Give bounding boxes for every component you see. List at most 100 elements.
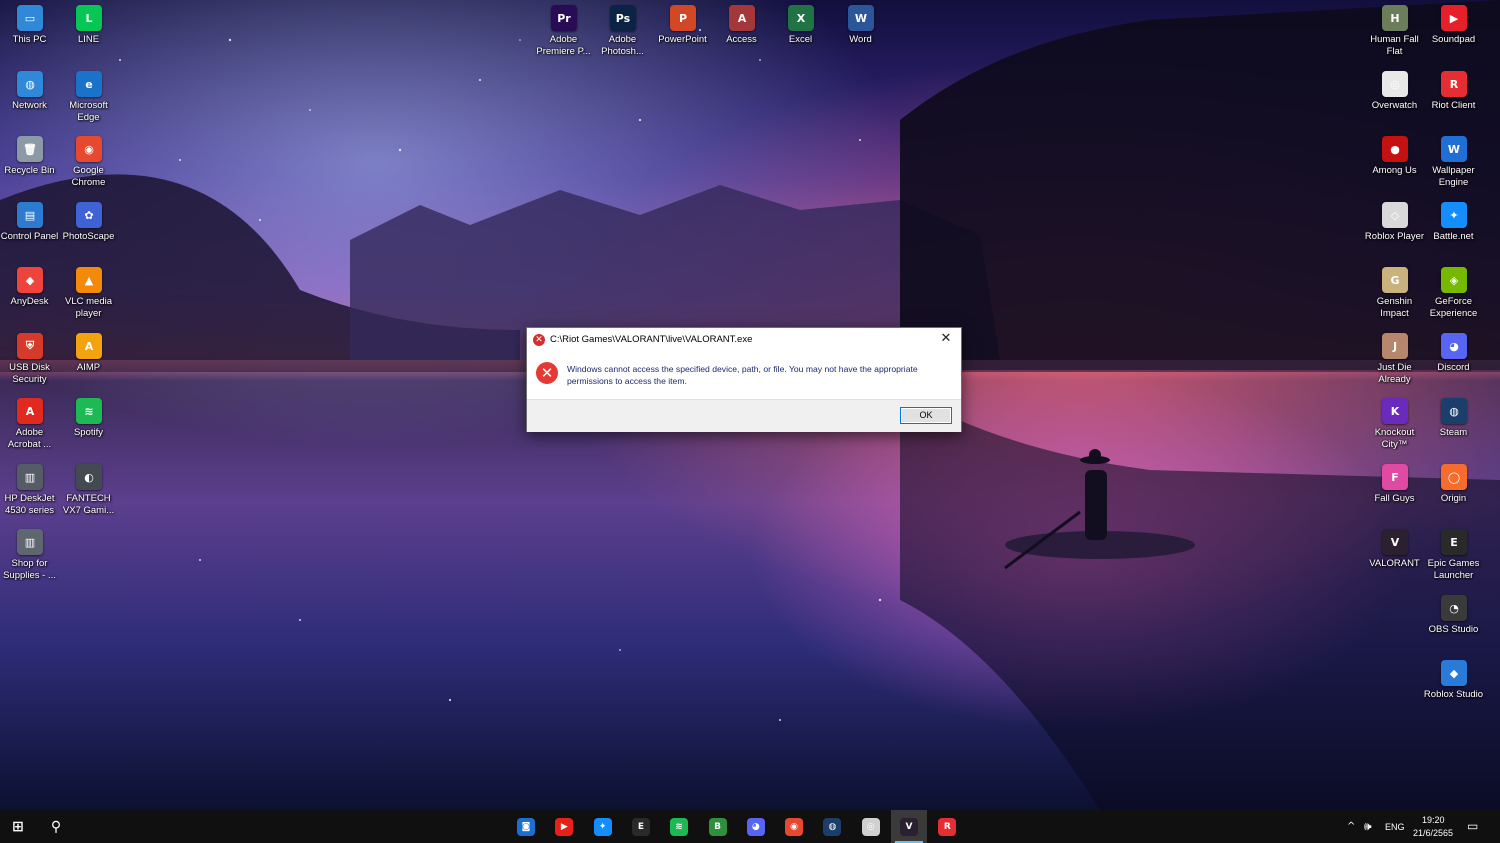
excel-icon: X — [788, 5, 814, 31]
error-small-icon: ✕ — [533, 334, 545, 346]
desktop-icon-label: Just Die Already — [1377, 362, 1412, 385]
taskbar-app-button[interactable]: ▶ — [546, 810, 582, 843]
desktop-icon-label: FANTECH VX7 Gami... — [62, 493, 115, 516]
taskbar-app-button[interactable]: V — [891, 810, 927, 843]
desktop-icon[interactable]: ✿ PhotoScape — [59, 199, 119, 263]
desktop-icon[interactable]: ◍ Network — [0, 68, 60, 132]
clock-date[interactable]: 21/6/2565 — [1413, 828, 1453, 838]
desktop-icon-label: Soundpad — [1431, 34, 1476, 45]
desktop-icon[interactable]: H Human Fall Flat — [1365, 2, 1425, 66]
desktop-icon[interactable]: G Genshin Impact — [1365, 264, 1425, 328]
desktop-icon[interactable]: ◐ FANTECH VX7 Gami... — [59, 461, 119, 525]
desktop-icon[interactable]: X Excel — [771, 2, 831, 66]
taskbar-app-button[interactable]: E — [623, 810, 659, 843]
desktop-icon[interactable]: ◔ OBS Studio — [1424, 592, 1484, 656]
roblox-icon: ◇ — [1382, 202, 1408, 228]
desktop-icon[interactable]: ◇ Roblox Player — [1365, 199, 1425, 263]
taskbar-app-button[interactable]: ✦ — [585, 810, 621, 843]
desktop-icon[interactable]: e Microsoft Edge — [59, 68, 119, 132]
close-icon[interactable]: ✕ — [931, 328, 961, 350]
desktop-icon-label: Knockout City™ — [1374, 427, 1415, 450]
clock-time[interactable]: 19:20 — [1422, 815, 1445, 825]
valorant-icon: V — [1382, 529, 1408, 555]
desktop-icon[interactable]: W Word — [831, 2, 891, 66]
taskbar-app-button[interactable]: ◎ — [853, 810, 889, 843]
desktop-icon[interactable]: ⛨ USB Disk Security — [0, 330, 60, 394]
aimp-icon: A — [76, 333, 102, 359]
desktop-icon-label: Google Chrome — [71, 165, 106, 188]
desktop-icon[interactable]: ✦ Battle.net — [1424, 199, 1484, 263]
desktop-icon[interactable]: J Just Die Already — [1365, 330, 1425, 394]
desktop-icon-label: Human Fall Flat — [1370, 34, 1419, 57]
desktop-icon-label: VLC media player — [65, 296, 112, 319]
desktop-icon[interactable]: ◍ Steam — [1424, 395, 1484, 459]
desktop-icon[interactable]: A Adobe Acrobat ... — [0, 395, 60, 459]
search-button[interactable]: ⚲ — [38, 810, 74, 843]
desktop-icon-label: Origin — [1440, 493, 1467, 504]
obs-studio-icon: ◔ — [1441, 595, 1467, 621]
desktop-icon-label: Epic Games Launcher — [1427, 558, 1480, 581]
notification-icon[interactable]: ▭ — [1467, 819, 1478, 833]
desktop-icon[interactable]: F Fall Guys — [1365, 461, 1425, 525]
taskbar: ⊞ ⚲ ◙ ▶ ✦ E ≋ B ◕ ◉ ◍ ◎ V R ^ 🕪 ENG 19:20 21/6/2565… — [0, 810, 1500, 843]
desktop-icon[interactable]: 🗑 Recycle Bin — [0, 133, 60, 197]
desktop-icon[interactable]: R Riot Client — [1424, 68, 1484, 132]
desktop-icon[interactable]: A Access — [712, 2, 772, 66]
desktop-icon[interactable]: ▥ Shop for Supplies - ... — [0, 526, 60, 590]
desktop[interactable]: ▭ This PC ◍ Network 🗑 Recycle Bin ▤ Control Pan… — [0, 0, 1500, 810]
ok-button[interactable]: OK — [900, 407, 952, 424]
desktop-icon[interactable]: ● Among Us — [1365, 133, 1425, 197]
edge-icon: e — [76, 71, 102, 97]
desktop-icon[interactable]: ◎ Overwatch — [1365, 68, 1425, 132]
desktop-icon[interactable]: ◈ GeForce Experience — [1424, 264, 1484, 328]
taskbar-app-button[interactable]: ◉ — [776, 810, 812, 843]
epic-games-icon: E — [631, 817, 650, 836]
error-dialog[interactable]: ✕ C:\Riot Games\VALORANT\live\VALORANT.e… — [526, 327, 962, 432]
valorant-icon: V — [900, 817, 918, 836]
desktop-icon[interactable]: ≋ Spotify — [59, 395, 119, 459]
desktop-icon[interactable]: ▶ Soundpad — [1424, 2, 1484, 66]
fantech-mouse-icon: ◐ — [76, 464, 102, 490]
anydesk-icon: ◆ — [17, 267, 43, 293]
desktop-icon-label: AnyDesk — [10, 296, 49, 307]
desktop-icon[interactable]: ▭ This PC — [0, 2, 60, 66]
start-button[interactable]: ⊞ — [0, 810, 36, 843]
desktop-icon[interactable]: ▥ HP DeskJet 4530 series — [0, 461, 60, 525]
desktop-icon[interactable]: ▤ Control Panel — [0, 199, 60, 263]
desktop-icon[interactable]: Ps Adobe Photosh... — [593, 2, 653, 66]
desktop-icon-label: This PC — [12, 34, 47, 45]
taskbar-app-button[interactable]: ◙ — [508, 810, 544, 843]
geforce-experience-icon: ◈ — [1441, 267, 1467, 293]
desktop-icon[interactable]: ◆ AnyDesk — [0, 264, 60, 328]
dialog-title-bar[interactable]: ✕ C:\Riot Games\VALORANT\live\VALORANT.e… — [527, 328, 961, 352]
discord-icon: ◕ — [1441, 333, 1467, 359]
volume-icon[interactable]: 🕪 — [1364, 819, 1372, 834]
taskbar-app-button[interactable]: B — [700, 810, 736, 843]
desktop-icon-label: Control Panel — [0, 231, 59, 242]
desktop-icon[interactable]: A AIMP — [59, 330, 119, 394]
desktop-icon[interactable]: ◕ Discord — [1424, 330, 1484, 394]
desktop-icon[interactable]: W Wallpaper Engine — [1424, 133, 1484, 197]
desktop-icon[interactable]: E Epic Games Launcher — [1424, 526, 1484, 590]
taskbar-app-button[interactable]: R — [929, 810, 965, 843]
desktop-icon[interactable]: ◉ Google Chrome — [59, 133, 119, 197]
taskbar-app-button[interactable]: ◕ — [738, 810, 774, 843]
taskbar-app-button[interactable]: ◍ — [814, 810, 850, 843]
desktop-icon-label: Access — [726, 34, 757, 45]
desktop-icon[interactable]: ◆ Roblox Studio — [1424, 657, 1484, 721]
spotify-icon: ≋ — [76, 398, 102, 424]
riot-client-icon: R — [938, 817, 957, 836]
tray-chevron-icon[interactable]: ^ — [1347, 821, 1355, 832]
desktop-icon[interactable]: V VALORANT — [1365, 526, 1425, 590]
just-die-already-icon: J — [1382, 333, 1408, 359]
desktop-icon[interactable]: P PowerPoint — [653, 2, 713, 66]
dialog-footer: OK — [527, 399, 961, 432]
desktop-icon-label: Steam — [1439, 427, 1468, 438]
desktop-icon[interactable]: L LINE — [59, 2, 119, 66]
language-indicator[interactable]: ENG — [1385, 822, 1405, 832]
taskbar-app-button[interactable]: ≋ — [661, 810, 697, 843]
desktop-icon[interactable]: ▲ VLC media player — [59, 264, 119, 328]
desktop-icon[interactable]: ◯ Origin — [1424, 461, 1484, 525]
desktop-icon[interactable]: K Knockout City™ — [1365, 395, 1425, 459]
desktop-icon[interactable]: Pr Adobe Premiere P... — [534, 2, 594, 66]
